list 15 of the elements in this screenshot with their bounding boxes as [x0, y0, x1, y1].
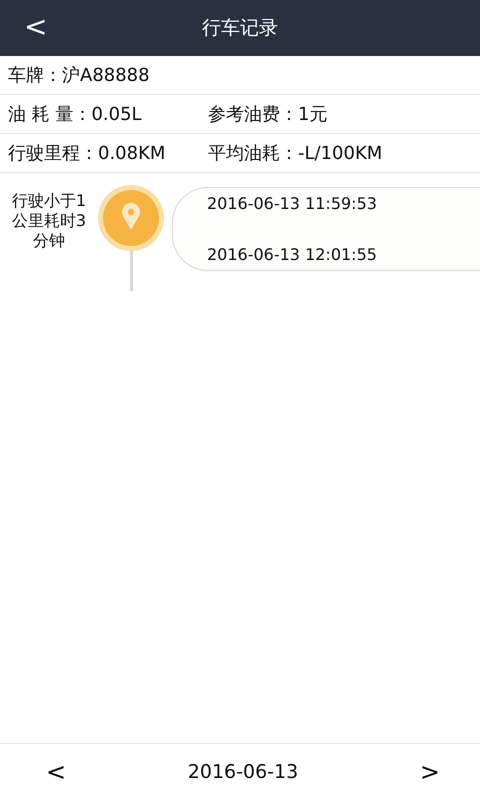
page-title: 行车记录	[202, 16, 278, 41]
next-day-button[interactable]: >	[414, 756, 446, 788]
info-text: 车牌：沪A88888	[8, 64, 151, 87]
previous-day-button[interactable]: <	[40, 756, 72, 788]
trip-summary: 行驶小于1公里耗时3分钟	[10, 191, 88, 251]
info-text: 平均油耗：-L/100KM	[208, 142, 384, 165]
back-button[interactable]: <	[18, 8, 54, 45]
info-text: 行驶里程：0.08KM	[8, 142, 166, 165]
location-pin-icon	[98, 185, 164, 251]
end-time: 2016-06-13 12:01:55	[207, 245, 378, 264]
start-time: 2016-06-13 11:59:53	[207, 194, 378, 213]
info-text: 油 耗 量：0.05L	[8, 103, 143, 126]
trip-times-card[interactable]: 2016-06-13 11:59:53 2016-06-13 12:01:55	[172, 187, 480, 271]
info-text: 参考油费：1元	[208, 103, 328, 126]
current-date: 2016-06-13	[188, 761, 298, 783]
